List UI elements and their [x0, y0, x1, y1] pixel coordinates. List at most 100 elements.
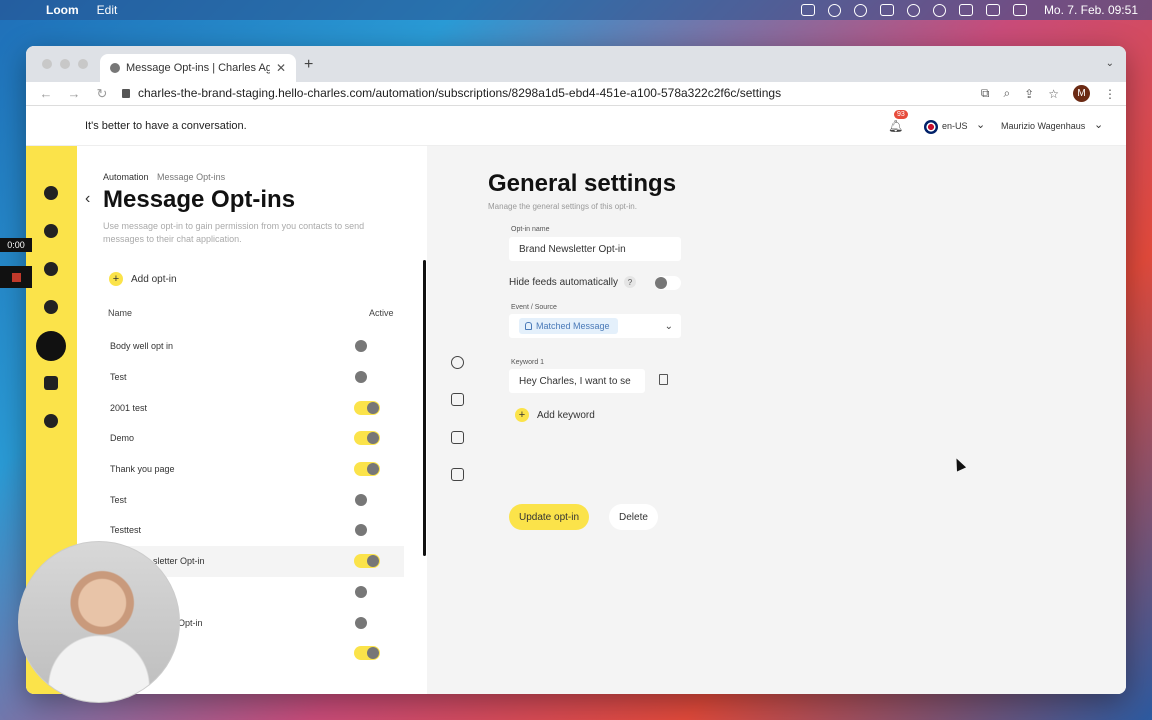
active-toggle[interactable] — [354, 646, 380, 661]
optin-name-input[interactable]: Brand Newsletter Opt-in — [509, 237, 681, 261]
notifications-bell-icon[interactable]: 🔔︎ 93 — [888, 110, 908, 133]
active-toggle[interactable] — [354, 400, 380, 415]
optin-name: Test — [110, 372, 127, 383]
active-toggle[interactable] — [354, 462, 380, 477]
checklist-icon[interactable] — [451, 468, 464, 481]
control-center-icon[interactable] — [1012, 4, 1027, 16]
loom-stop-button[interactable] — [0, 266, 32, 288]
toggle-knob — [655, 277, 667, 289]
optin-name: Body well opt in — [110, 341, 174, 352]
reload-icon[interactable]: ↻ — [94, 86, 110, 102]
page-title: Message Opt-ins — [103, 186, 296, 213]
user-chevron-icon[interactable]: ⌄ — [1094, 118, 1103, 131]
checkbox-message-icon[interactable] — [451, 393, 464, 406]
rocket-icon[interactable] — [44, 224, 58, 238]
toggle-knob — [367, 401, 379, 414]
add-keyword-button[interactable]: + Add keyword — [515, 408, 595, 422]
gear-icon[interactable] — [451, 356, 464, 369]
favicon-icon — [110, 63, 120, 73]
optin-name: 2001 test — [110, 402, 148, 413]
table-row[interactable]: Testtest — [102, 515, 404, 546]
shopping-bag-icon[interactable] — [44, 376, 58, 390]
close-window-button[interactable] — [42, 59, 52, 69]
chat-icon[interactable] — [44, 186, 58, 200]
camera-icon[interactable] — [958, 4, 973, 16]
share-icon[interactable]: ⇪ — [1024, 87, 1034, 101]
zoom-icon[interactable]: ⌕ — [1003, 86, 1010, 101]
optin-name: Test — [110, 494, 127, 505]
table-row[interactable]: Test — [102, 362, 404, 393]
browser-actions: ⧉ ⌕ ⇪ ☆ M ⋮ — [981, 85, 1116, 102]
language-selector[interactable]: en-US — [942, 121, 968, 131]
back-arrow-icon[interactable]: ← — [38, 86, 54, 101]
table-row[interactable]: Test — [102, 484, 404, 515]
toggle-knob — [355, 371, 367, 384]
menubar-edit[interactable]: Edit — [97, 3, 118, 17]
column-header-name: Name — [108, 308, 133, 318]
brightness-icon[interactable] — [906, 3, 920, 17]
app-header: It's better to have a conversation. 🔔︎ 93… — [26, 106, 1126, 146]
table-row[interactable]: 2001 test — [102, 392, 404, 423]
active-toggle[interactable] — [354, 370, 380, 384]
event-source-select[interactable]: Matched Message ⌄ — [509, 314, 681, 338]
back-chevron-icon[interactable]: ‹ — [85, 190, 90, 208]
user-menu[interactable]: Maurizio Wagenhaus — [1001, 121, 1085, 131]
stop-icon — [11, 272, 21, 282]
screen-icon[interactable] — [800, 4, 815, 16]
optin-name: Thank you page — [110, 464, 175, 475]
profile-avatar[interactable]: M — [1073, 85, 1090, 102]
add-circle-icon[interactable] — [44, 300, 58, 314]
loom-webcam-bubble[interactable] — [18, 541, 180, 703]
active-toggle[interactable] — [354, 554, 380, 569]
settings-gear-icon[interactable] — [44, 414, 58, 428]
zoom-window-button[interactable] — [78, 59, 88, 69]
loom-icon[interactable] — [827, 3, 841, 17]
info-icon[interactable] — [853, 3, 867, 17]
breadcrumb-automation[interactable]: Automation — [103, 172, 149, 182]
table-row[interactable]: Body well opt in — [102, 331, 404, 362]
trash-icon[interactable] — [659, 374, 668, 385]
contacts-icon[interactable] — [44, 262, 58, 276]
add-optin-button[interactable]: + Add opt-in — [109, 272, 177, 286]
hidden-message-icon[interactable] — [451, 431, 464, 444]
browser-tab[interactable]: Message Opt-ins | Charles Age ✕ — [100, 54, 296, 82]
active-toggle[interactable] — [354, 339, 380, 353]
table-row[interactable]: Thank you page — [102, 454, 404, 485]
active-toggle[interactable] — [354, 493, 380, 507]
delete-button[interactable]: Delete — [609, 504, 658, 530]
wifi-icon[interactable] — [985, 4, 1000, 16]
hide-feeds-toggle[interactable] — [655, 276, 681, 290]
bookmark-star-icon[interactable]: ☆ — [1048, 87, 1059, 101]
translate-icon[interactable]: ⧉ — [981, 86, 990, 101]
moon-icon[interactable] — [932, 3, 946, 17]
column-header-active: Active — [369, 308, 394, 318]
forward-arrow-icon[interactable]: → — [66, 86, 82, 101]
active-toggle[interactable] — [354, 523, 380, 537]
active-toggle[interactable] — [354, 616, 380, 630]
toggle-knob — [367, 432, 379, 445]
menubar-app-name[interactable]: Loom — [46, 3, 79, 17]
url-field[interactable]: charles-the-brand-staging.hello-charles.… — [122, 86, 781, 100]
plus-icon: + — [515, 408, 529, 422]
window-controls — [42, 59, 88, 69]
automation-icon[interactable] — [36, 331, 66, 361]
active-toggle[interactable] — [354, 431, 380, 446]
tab-search-chevron-icon[interactable]: ⌄ — [1106, 58, 1114, 69]
language-chevron-icon[interactable]: ⌄ — [976, 118, 985, 131]
loom-timer: 0:00 — [0, 238, 32, 252]
new-tab-icon[interactable]: + — [304, 56, 313, 74]
browser-menu-icon[interactable]: ⋮ — [1104, 87, 1116, 101]
bell-icon — [525, 322, 532, 330]
list-scrollbar[interactable] — [423, 260, 426, 556]
active-toggle[interactable] — [354, 585, 380, 599]
close-tab-icon[interactable]: ✕ — [276, 61, 286, 75]
notification-count-badge: 93 — [894, 110, 908, 119]
minimize-window-button[interactable] — [60, 59, 70, 69]
table-row[interactable]: Demo — [102, 423, 404, 454]
update-optin-button[interactable]: Update opt-in — [509, 504, 590, 530]
help-icon[interactable]: ? — [623, 276, 636, 288]
url-text: charles-the-brand-staging.hello-charles.… — [138, 86, 782, 100]
keyword-input[interactable]: Hey Charles, I want to se — [509, 369, 645, 393]
news-icon[interactable] — [879, 4, 894, 16]
menubar-clock[interactable]: Mo. 7. Feb. 09:51 — [1044, 3, 1138, 17]
